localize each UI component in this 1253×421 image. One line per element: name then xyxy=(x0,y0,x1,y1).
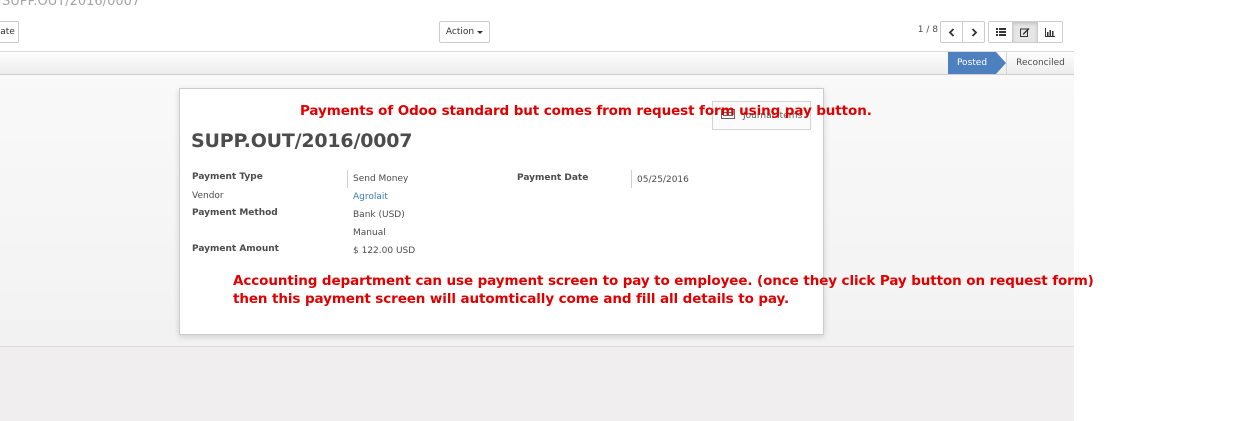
pager-previous-button[interactable] xyxy=(940,21,963,43)
stage-posted[interactable]: Posted xyxy=(948,52,996,74)
payment-method-value: Bank (USD) xyxy=(353,210,405,220)
action-label: Action xyxy=(445,27,475,37)
pager-next-button[interactable] xyxy=(962,21,985,43)
breadcrumb[interactable]: SUPP.OUT/2016/0007 xyxy=(2,0,140,9)
page-title: SUPP.OUT/2016/0007 xyxy=(191,130,413,152)
chevron-left-icon xyxy=(948,27,954,37)
payment-method-label: Payment Method xyxy=(192,208,278,218)
payment-amount-value: $ 122.00 USD xyxy=(353,246,416,256)
annotation-top: Payments of Odoo standard but comes from… xyxy=(300,103,872,119)
chevron-right-icon xyxy=(971,27,977,37)
status-bar xyxy=(0,52,1074,75)
payment-type-value: Send Money xyxy=(353,174,409,184)
form-view-icon xyxy=(1020,28,1030,37)
field-separator xyxy=(631,170,632,188)
caret-down-icon xyxy=(477,30,484,34)
form-view-button[interactable] xyxy=(1012,21,1038,43)
annotation-bottom-line2: then this payment screen will automtical… xyxy=(233,291,789,307)
stage-reconciled[interactable]: Reconciled xyxy=(1006,52,1074,74)
create-button[interactable]: ate xyxy=(0,21,19,43)
stage-arrow xyxy=(996,52,1006,74)
field-separator xyxy=(347,170,348,188)
annotation-bottom: Accounting department can use payment sc… xyxy=(233,272,1094,308)
list-view-button[interactable] xyxy=(988,21,1013,43)
action-dropdown-button[interactable]: Action xyxy=(439,21,490,43)
vendor-link[interactable]: Agrolait xyxy=(353,192,388,202)
graph-view-icon xyxy=(1045,27,1055,37)
payment-date-value: 05/25/2016 xyxy=(637,175,689,185)
payment-date-label: Payment Date xyxy=(517,173,589,183)
payment-method-sub: Manual xyxy=(353,228,386,238)
payment-amount-label: Payment Amount xyxy=(192,244,279,254)
list-view-icon xyxy=(995,28,1006,36)
annotation-bottom-line1: Accounting department can use payment sc… xyxy=(233,273,1094,289)
pager-value: 1 / 8 xyxy=(917,25,938,35)
payment-type-label: Payment Type xyxy=(192,172,263,182)
vendor-label: Vendor xyxy=(192,191,224,201)
control-panel: SUPP.OUT/2016/0007 ate Action 1 / 8 xyxy=(0,0,1074,52)
graph-view-button[interactable] xyxy=(1037,21,1063,43)
